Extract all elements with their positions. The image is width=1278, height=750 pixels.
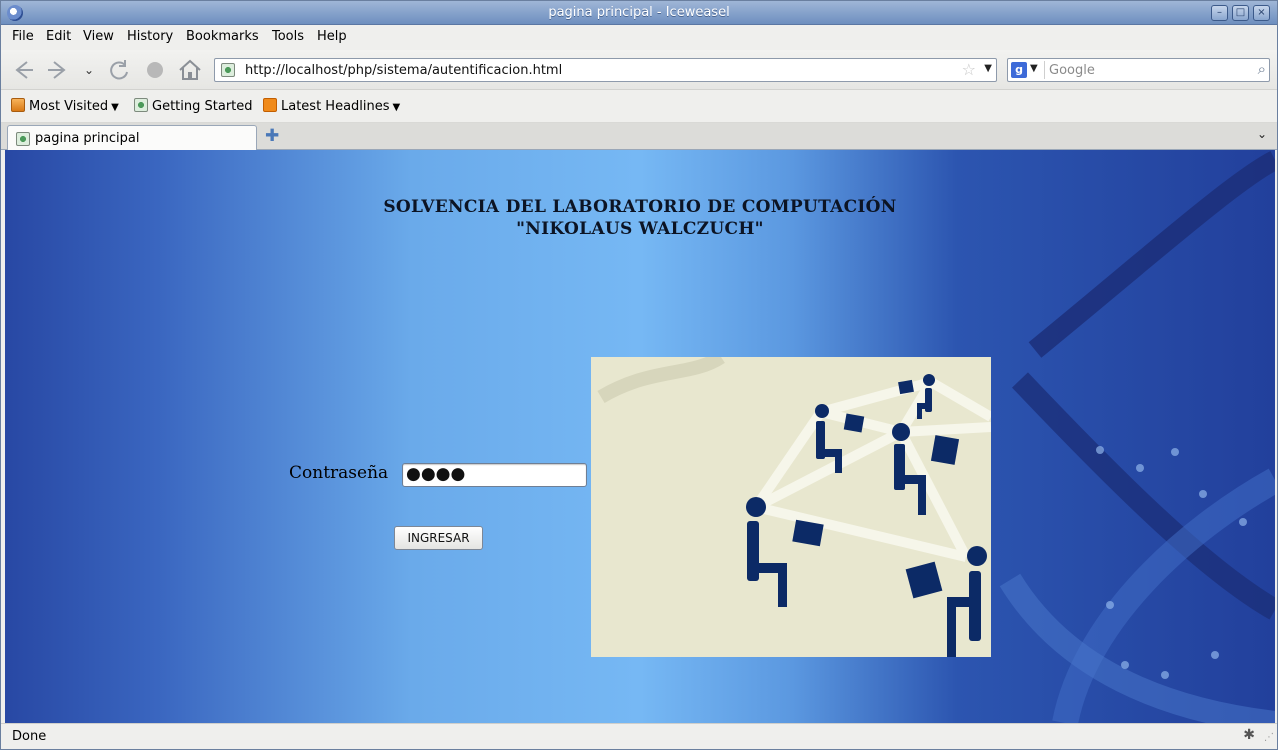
password-label: Contraseña bbox=[289, 463, 389, 483]
chevron-down-icon: ⌄ bbox=[83, 63, 95, 77]
forward-button[interactable] bbox=[44, 56, 72, 84]
tab-label: pagina principal bbox=[35, 131, 140, 146]
chevron-down-icon: ▼ bbox=[392, 102, 401, 113]
menu-tools[interactable]: Tools bbox=[272, 29, 304, 44]
page-title-line-1: SOLVENCIA DEL LABORATORIO DE COMPUTACIÓN bbox=[383, 197, 897, 217]
menu-bookmarks[interactable]: Bookmarks bbox=[186, 29, 259, 44]
rss-icon bbox=[263, 98, 277, 112]
close-button[interactable]: × bbox=[1253, 5, 1270, 21]
menu-edit[interactable]: Edit bbox=[46, 29, 71, 44]
page-title-line-2: "NIKOLAUS WALCZUCH" bbox=[516, 219, 764, 239]
window-title: pagina principal - Iceweasel bbox=[548, 5, 730, 20]
status-text: Done bbox=[12, 729, 47, 744]
tab-pagina-principal[interactable]: pagina principal bbox=[7, 125, 257, 151]
back-arrow-icon bbox=[15, 61, 33, 79]
menu-file[interactable]: File bbox=[12, 29, 34, 44]
minimize-button[interactable]: – bbox=[1211, 5, 1228, 21]
google-engine-icon[interactable]: g bbox=[1011, 62, 1027, 78]
bookmark-label: Most Visited bbox=[29, 99, 109, 114]
title-bar: pagina principal - Iceweasel – □ × bbox=[1, 1, 1277, 25]
browser-window: pagina principal - Iceweasel – □ × File … bbox=[0, 0, 1278, 750]
navigation-toolbar: ⌄ http://localhost/php/sistema/autentifi… bbox=[1, 50, 1277, 90]
home-button[interactable] bbox=[176, 56, 204, 84]
status-bar: Done ✱ ⋰ bbox=[1, 723, 1277, 749]
chevron-down-icon: ▼ bbox=[111, 102, 119, 113]
bookmark-latest-headlines[interactable]: Latest Headlines ▼ bbox=[263, 98, 400, 114]
network-people-illustration bbox=[591, 357, 991, 657]
maximize-button[interactable]: □ bbox=[1232, 5, 1249, 21]
site-favicon-icon bbox=[221, 63, 235, 77]
tab-bar: pagina principal ✚ ⌄ bbox=[1, 123, 1277, 151]
search-placeholder: Google bbox=[1049, 63, 1095, 78]
url-dropdown-icon[interactable]: ▼ bbox=[984, 63, 992, 74]
bookmark-label: Getting Started bbox=[152, 99, 253, 114]
bookmarks-toolbar: Most Visited ▼ Getting Started Latest Hea… bbox=[1, 91, 1277, 123]
stop-button[interactable] bbox=[141, 56, 169, 84]
menu-view[interactable]: View bbox=[83, 29, 114, 44]
menu-bar: File Edit View History Bookmarks Tools H… bbox=[1, 25, 1277, 49]
history-dropdown-button[interactable]: ⌄ bbox=[75, 56, 103, 84]
bookmark-most-visited[interactable]: Most Visited ▼ bbox=[11, 98, 119, 114]
url-text: http://localhost/php/sistema/autentifica… bbox=[245, 63, 563, 78]
stop-icon bbox=[147, 62, 163, 78]
menu-history[interactable]: History bbox=[127, 29, 173, 44]
tab-list-chevron-icon[interactable]: ⌄ bbox=[1257, 127, 1267, 141]
engine-dropdown-icon[interactable]: ▼ bbox=[1030, 63, 1038, 74]
home-icon bbox=[179, 59, 201, 80]
search-icon[interactable]: ⌕ bbox=[1258, 60, 1266, 78]
new-tab-plus-icon[interactable]: ✚ bbox=[265, 126, 279, 146]
password-input[interactable]: ●●●● bbox=[402, 463, 587, 487]
url-bar[interactable]: http://localhost/php/sistema/autentifica… bbox=[214, 58, 997, 82]
resize-grip-icon[interactable]: ⋰ bbox=[1264, 732, 1274, 743]
search-box[interactable]: g ▼ Google ⌕ bbox=[1007, 58, 1270, 82]
bookmark-label: Latest Headlines bbox=[281, 99, 390, 114]
bug-icon[interactable]: ✱ bbox=[1243, 727, 1255, 743]
ingresar-button[interactable]: INGRESAR bbox=[394, 526, 483, 550]
bookmark-star-icon[interactable]: ☆ bbox=[962, 60, 976, 79]
reload-button[interactable] bbox=[105, 56, 133, 84]
back-button[interactable] bbox=[9, 56, 37, 84]
bookmark-getting-started[interactable]: Getting Started bbox=[134, 98, 253, 114]
page-icon bbox=[134, 98, 148, 112]
menu-help[interactable]: Help bbox=[317, 29, 347, 44]
page-content: SOLVENCIA DEL LABORATORIO DE COMPUTACIÓN… bbox=[5, 150, 1275, 723]
folder-icon bbox=[11, 98, 25, 112]
reload-icon bbox=[110, 60, 128, 80]
tab-favicon-icon bbox=[16, 132, 30, 146]
search-separator bbox=[1044, 61, 1045, 79]
forward-arrow-icon bbox=[48, 61, 66, 79]
